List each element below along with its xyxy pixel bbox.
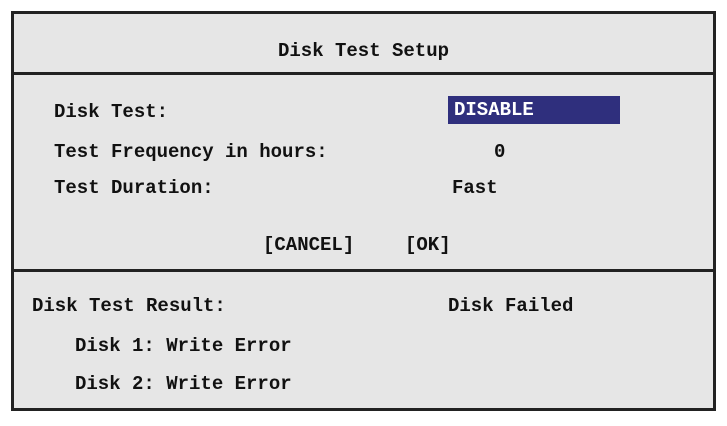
dialog-title: Disk Test Setup [277,40,450,62]
test-frequency-value[interactable]: 0 [494,141,505,163]
disk-test-result-label: Disk Test Result: [32,295,226,317]
disk-test-value-select[interactable]: DISABLE [448,96,620,124]
cancel-button[interactable]: [CANCEL] [263,234,354,256]
disk-test-result-status: Disk Failed [448,295,574,317]
title-divider [14,72,713,75]
test-duration-label: Test Duration: [54,177,214,199]
test-frequency-label: Test Frequency in hours: [54,141,328,163]
disk-2-result: Disk 2: Write Error [75,373,292,395]
disk-1-result: Disk 1: Write Error [75,335,292,357]
disk-test-setup-dialog: Disk Test Setup Disk Test: DISABLE Test … [11,11,716,411]
test-duration-value[interactable]: Fast [452,177,498,199]
ok-button[interactable]: [OK] [405,234,451,256]
disk-test-label: Disk Test: [54,101,169,123]
result-divider [14,269,713,272]
